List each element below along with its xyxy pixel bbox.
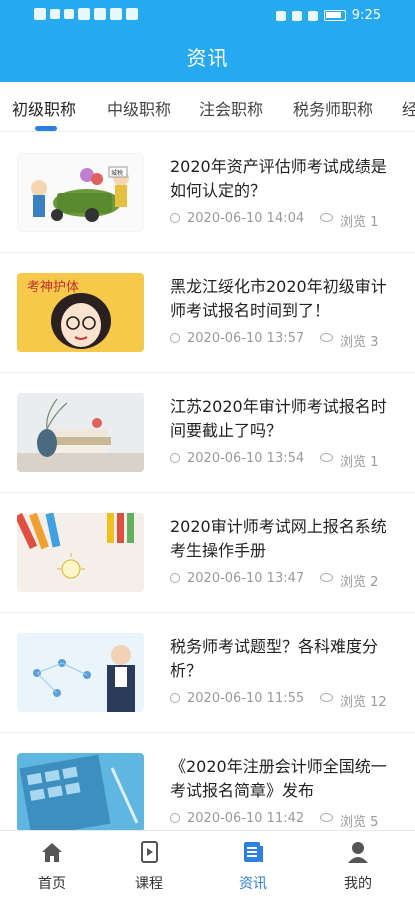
news-date: 2020-06-10 13:47 — [187, 571, 305, 586]
books-vase-image — [17, 393, 144, 472]
news-title: 2020审计师考试网上报名系统考生操作手册 — [170, 517, 387, 560]
news-views: 浏览 1 — [340, 455, 379, 470]
nav-course[interactable]: 课程 — [109, 839, 189, 893]
eye-icon — [320, 213, 333, 222]
exam-girl-cartoon-image: 考神护体 — [17, 273, 144, 352]
news-views: 浏览 12 — [340, 695, 387, 710]
clock-icon — [170, 693, 180, 703]
alarm-icon — [291, 10, 302, 21]
nav-profile[interactable]: 我的 — [318, 839, 398, 893]
news-date: 2020-06-10 11:42 — [187, 811, 305, 826]
app-header: 9:25 资讯 — [0, 0, 415, 82]
news-icon — [240, 839, 266, 865]
eye-icon — [320, 693, 333, 702]
news-item[interactable]: 城税 2020年资产评估师考试成绩是如何认定的？ 2020-06-10 14:0… — [0, 133, 415, 253]
tab-junior-title[interactable]: 初级职称 — [12, 96, 76, 120]
cart-cartoon-image: 城税 — [17, 153, 144, 232]
active-tab-indicator — [35, 126, 57, 131]
status-time: 9:25 — [351, 8, 381, 23]
profile-icon — [345, 839, 371, 865]
bottom-navigation: 首页 课程 资讯 我的 — [0, 830, 415, 900]
status-left-icons — [34, 8, 138, 20]
news-item[interactable]: 税务师考试题型？各科难度分析？ 2020-06-10 11:55 浏览 12 — [0, 613, 415, 733]
news-views: 浏览 5 — [340, 815, 379, 830]
clock-icon — [170, 213, 180, 223]
hd-icon — [34, 8, 46, 20]
status-right-icons: 9:25 — [275, 8, 381, 23]
news-title: 《2020年注册会计师全国统一考试报名简章》发布 — [170, 757, 387, 800]
app-notification-icon — [126, 8, 138, 20]
news-title: 黑龙江绥化市2020年初级审计师考试报名时间到了！ — [170, 277, 387, 320]
app-notification-icon — [110, 8, 122, 20]
news-date: 2020-06-10 14:04 — [187, 211, 305, 226]
news-views: 浏览 3 — [340, 335, 379, 350]
news-item[interactable]: 2020审计师考试网上报名系统考生操作手册 2020-06-10 13:47 浏… — [0, 493, 415, 613]
category-tabs: 初级职称 中级职称 注会职称 税务师职称 经 — [0, 82, 415, 132]
calculator-image — [17, 753, 144, 832]
eye-icon — [320, 333, 333, 342]
news-list: 城税 2020年资产评估师考试成绩是如何认定的？ 2020-06-10 14:0… — [0, 133, 415, 853]
eye-icon — [320, 453, 333, 462]
teacher-diagram-image — [17, 633, 144, 712]
eye-icon — [320, 573, 333, 582]
status-bar: 9:25 — [0, 0, 415, 30]
news-views: 浏览 2 — [340, 575, 379, 590]
course-icon — [136, 839, 162, 865]
tab-cpa-title[interactable]: 注会职称 — [199, 96, 263, 120]
mute-icon — [307, 10, 318, 21]
pencils-lightbulb-image — [17, 513, 144, 592]
home-icon — [39, 839, 65, 865]
eye-icon — [320, 813, 333, 822]
news-title: 江苏2020年审计师考试报名时间要截止了吗？ — [170, 397, 387, 440]
wifi-icon — [64, 9, 74, 19]
nav-course-label: 课程 — [135, 876, 163, 892]
signal-icon — [50, 9, 60, 19]
news-title: 税务师考试题型？各科难度分析？ — [170, 637, 379, 680]
nav-home[interactable]: 首页 — [12, 839, 92, 893]
nav-profile-label: 我的 — [344, 876, 372, 892]
news-title: 2020年资产评估师考试成绩是如何认定的？ — [170, 157, 387, 200]
page-title: 资讯 — [186, 46, 229, 70]
clock-icon — [170, 813, 180, 823]
tab-tax-title[interactable]: 税务师职称 — [293, 96, 373, 120]
nav-news[interactable]: 资讯 — [213, 839, 293, 893]
clock-icon — [170, 573, 180, 583]
clock-icon — [170, 453, 180, 463]
nav-home-label: 首页 — [38, 876, 66, 892]
exam-banner-text: 考神护体 — [27, 280, 79, 295]
nav-news-label: 资讯 — [239, 876, 267, 892]
tab-economist-title[interactable]: 经 — [402, 96, 415, 120]
news-item[interactable]: 考神护体 黑龙江绥化市2020年初级审计师考试报名时间到了！ 2020-06-1… — [0, 253, 415, 373]
news-item[interactable]: 江苏2020年审计师考试报名时间要截止了吗？ 2020-06-10 13:54 … — [0, 373, 415, 493]
tab-intermediate-title[interactable]: 中级职称 — [107, 96, 171, 120]
news-date: 2020-06-10 11:55 — [187, 691, 305, 706]
clock-icon — [170, 333, 180, 343]
app-notification-icon — [78, 8, 90, 20]
cart-tag-text: 城税 — [111, 169, 123, 177]
news-views: 浏览 1 — [340, 215, 379, 230]
battery-icon — [323, 10, 346, 21]
app-notification-icon — [94, 8, 106, 20]
news-date: 2020-06-10 13:54 — [187, 451, 305, 466]
news-date: 2020-06-10 13:57 — [187, 331, 305, 346]
headphone-icon — [275, 10, 286, 21]
